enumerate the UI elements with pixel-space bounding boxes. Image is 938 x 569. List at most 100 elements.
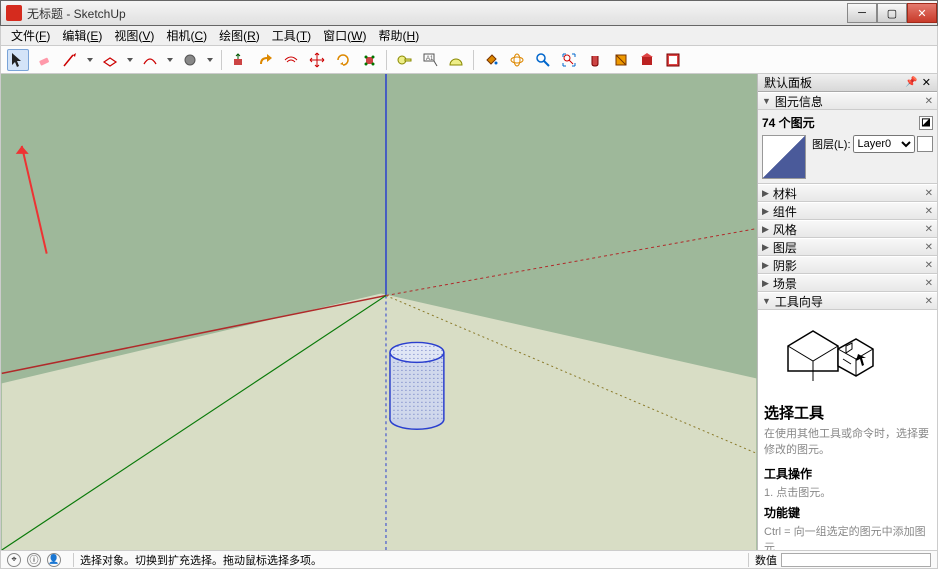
section-close-icon[interactable]: ✕ bbox=[925, 224, 933, 235]
section-instructor[interactable]: ▼工具向导✕ bbox=[758, 292, 937, 310]
orbit-tool[interactable] bbox=[506, 49, 528, 71]
signin-icon[interactable]: 👤 bbox=[47, 553, 61, 567]
instructor-panel: 选择工具 在使用其他工具或命令时，选择要修改的图元。 工具操作 1.​ 点击图元… bbox=[758, 310, 937, 550]
entity-info-label: 图元信息 bbox=[775, 93, 823, 110]
zoom-tool[interactable] bbox=[532, 49, 554, 71]
offset-tool[interactable] bbox=[280, 49, 302, 71]
menu-camera[interactable]: 相机(C) bbox=[160, 26, 213, 45]
instructor-title: 选择工具 bbox=[764, 402, 931, 423]
zoom-extents-tool[interactable] bbox=[558, 49, 580, 71]
material-swatch[interactable] bbox=[762, 135, 806, 179]
eraser-tool[interactable] bbox=[33, 49, 55, 71]
entity-info-panel: 74 个图元 ◪ 图层(L): Layer0 bbox=[758, 110, 937, 184]
entity-info-expand-icon[interactable]: ◪ bbox=[919, 116, 933, 130]
tape-measure-tool[interactable] bbox=[393, 49, 415, 71]
expand-icon: ▶ bbox=[762, 206, 769, 217]
menu-view[interactable]: 视图(V) bbox=[108, 26, 160, 45]
status-separator bbox=[73, 553, 74, 567]
vcb-label: 数值 bbox=[755, 552, 777, 568]
scale-tool[interactable] bbox=[358, 49, 380, 71]
expand-icon: ▶ bbox=[762, 188, 769, 199]
section-close-icon[interactable]: ✕ bbox=[925, 260, 933, 271]
menu-help[interactable]: 帮助(H) bbox=[373, 26, 426, 45]
credits-icon[interactable]: ⓘ bbox=[27, 553, 41, 567]
circle-tool-menu[interactable] bbox=[205, 49, 215, 71]
entity-count: 74 个图元 bbox=[762, 114, 815, 131]
menu-tools[interactable]: 工具(T) bbox=[266, 26, 317, 45]
section-close-icon[interactable]: ✕ bbox=[925, 188, 933, 199]
3d-viewport[interactable] bbox=[1, 74, 757, 550]
tray-close-icon[interactable]: ✕ bbox=[922, 76, 931, 89]
default-tray: 默认面板 📌 ✕ ▼ 图元信息 ✕ 74 个图元 ◪ 图层(L): Layer0 bbox=[757, 74, 937, 550]
scene bbox=[1, 74, 757, 550]
close-button[interactable]: ✕ bbox=[907, 3, 937, 23]
menu-file[interactable]: 文件(F) bbox=[5, 26, 56, 45]
expand-icon: ▶ bbox=[762, 242, 769, 253]
status-separator bbox=[748, 553, 749, 567]
collapse-icon: ▼ bbox=[762, 296, 771, 306]
main-area: 默认面板 📌 ✕ ▼ 图元信息 ✕ 74 个图元 ◪ 图层(L): Layer0 bbox=[0, 74, 938, 551]
section-scenes[interactable]: ▶场景✕ bbox=[758, 274, 937, 292]
layout-button[interactable] bbox=[662, 49, 684, 71]
push-pull-tool[interactable] bbox=[228, 49, 250, 71]
walkthrough-tool[interactable] bbox=[584, 49, 606, 71]
menu-edit[interactable]: 编辑(E) bbox=[56, 26, 108, 45]
layer-color-chip[interactable] bbox=[917, 136, 933, 152]
menu-bar: 文件(F) 编辑(E) 视图(V) 相机(C) 绘图(R) 工具(T) 窗口(W… bbox=[0, 26, 938, 46]
arc-tool[interactable] bbox=[139, 49, 161, 71]
toolbar-separator bbox=[473, 50, 474, 70]
layer-select[interactable]: Layer0 bbox=[853, 135, 916, 153]
collapse-icon: ▼ bbox=[762, 96, 771, 106]
entity-info-header[interactable]: ▼ 图元信息 ✕ bbox=[758, 92, 937, 110]
section-close-icon[interactable]: ✕ bbox=[925, 96, 933, 107]
section-shadows[interactable]: ▶阴影✕ bbox=[758, 256, 937, 274]
protractor-tool[interactable] bbox=[445, 49, 467, 71]
expand-icon: ▶ bbox=[762, 278, 769, 289]
instructor-illustration bbox=[764, 316, 931, 396]
window-titlebar: 无标题 - SketchUp ─ ▢ ✕ bbox=[0, 0, 938, 26]
section-close-icon[interactable]: ✕ bbox=[925, 206, 933, 217]
toolbar-separator bbox=[221, 50, 222, 70]
geolocation-icon[interactable]: ⌖ bbox=[7, 553, 21, 567]
vcb-input[interactable] bbox=[781, 553, 931, 567]
tray-title-label: 默认面板 bbox=[764, 74, 812, 91]
window-controls: ─ ▢ ✕ bbox=[847, 3, 937, 23]
select-tool[interactable] bbox=[7, 49, 29, 71]
rectangle-tool-menu[interactable] bbox=[125, 49, 135, 71]
instructor-step: 1.​ 点击图元。 bbox=[764, 484, 931, 500]
line-tool[interactable] bbox=[59, 49, 81, 71]
window-title: 无标题 - SketchUp bbox=[27, 5, 847, 22]
layer-label: 图层(L): bbox=[812, 136, 851, 152]
follow-me-tool[interactable] bbox=[254, 49, 276, 71]
3d-warehouse-button[interactable] bbox=[636, 49, 658, 71]
section-close-icon[interactable]: ✕ bbox=[925, 278, 933, 289]
paint-bucket-tool[interactable] bbox=[480, 49, 502, 71]
tray-title: 默认面板 📌 ✕ bbox=[758, 74, 937, 92]
toolbar: A1 bbox=[0, 46, 938, 74]
maximize-button[interactable]: ▢ bbox=[877, 3, 907, 23]
section-layers[interactable]: ▶图层✕ bbox=[758, 238, 937, 256]
arc-tool-menu[interactable] bbox=[165, 49, 175, 71]
section-close-icon[interactable]: ✕ bbox=[925, 296, 933, 307]
section-tool[interactable] bbox=[610, 49, 632, 71]
section-components[interactable]: ▶组件✕ bbox=[758, 202, 937, 220]
circle-tool[interactable] bbox=[179, 49, 201, 71]
tray-pin-icon[interactable]: 📌 bbox=[905, 77, 917, 88]
text-tool[interactable]: A1 bbox=[419, 49, 441, 71]
section-materials[interactable]: ▶材料✕ bbox=[758, 184, 937, 202]
status-hint: 选择对象。切换到扩充选择。拖动鼠标选择多项。 bbox=[80, 552, 742, 568]
move-tool[interactable] bbox=[306, 49, 328, 71]
rotate-tool[interactable] bbox=[332, 49, 354, 71]
section-close-icon[interactable]: ✕ bbox=[925, 242, 933, 253]
instructor-op-heading: 工具操作 bbox=[764, 465, 931, 482]
minimize-button[interactable]: ─ bbox=[847, 3, 877, 23]
toolbar-separator bbox=[386, 50, 387, 70]
line-tool-menu[interactable] bbox=[85, 49, 95, 71]
section-styles[interactable]: ▶风格✕ bbox=[758, 220, 937, 238]
menu-draw[interactable]: 绘图(R) bbox=[213, 26, 266, 45]
instructor-fn-line: Ctrl = 向一组选定的图元中添加图元 bbox=[764, 523, 931, 550]
rectangle-tool[interactable] bbox=[99, 49, 121, 71]
menu-window[interactable]: 窗口(W) bbox=[317, 26, 372, 45]
expand-icon: ▶ bbox=[762, 260, 769, 271]
status-bar: ⌖ ⓘ 👤 选择对象。切换到扩充选择。拖动鼠标选择多项。 数值 bbox=[0, 551, 938, 569]
